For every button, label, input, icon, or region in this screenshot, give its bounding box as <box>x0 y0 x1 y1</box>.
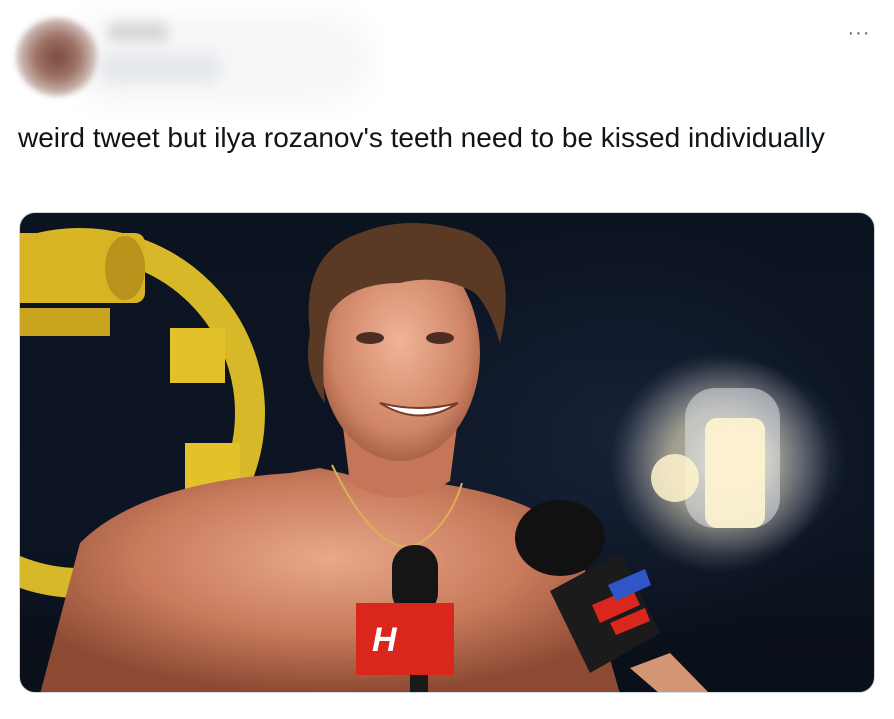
more-options-icon[interactable]: ··· <box>844 22 874 44</box>
tweet-card[interactable]: ··· weird tweet but ilya rozanov's teeth… <box>0 0 894 719</box>
display-name-blurred[interactable] <box>108 22 168 42</box>
mic-flag-letter: H <box>372 621 398 659</box>
tweet-text: weird tweet but ilya rozanov's teeth nee… <box>18 122 825 153</box>
photo-illustration: H <box>20 223 830 692</box>
more-options-label: ··· <box>847 21 871 44</box>
avatar[interactable] <box>16 18 98 96</box>
tweet-media-photo[interactable]: H <box>19 212 875 693</box>
wall-lamp-graphic <box>610 353 830 573</box>
handle-blurred[interactable] <box>100 54 220 84</box>
